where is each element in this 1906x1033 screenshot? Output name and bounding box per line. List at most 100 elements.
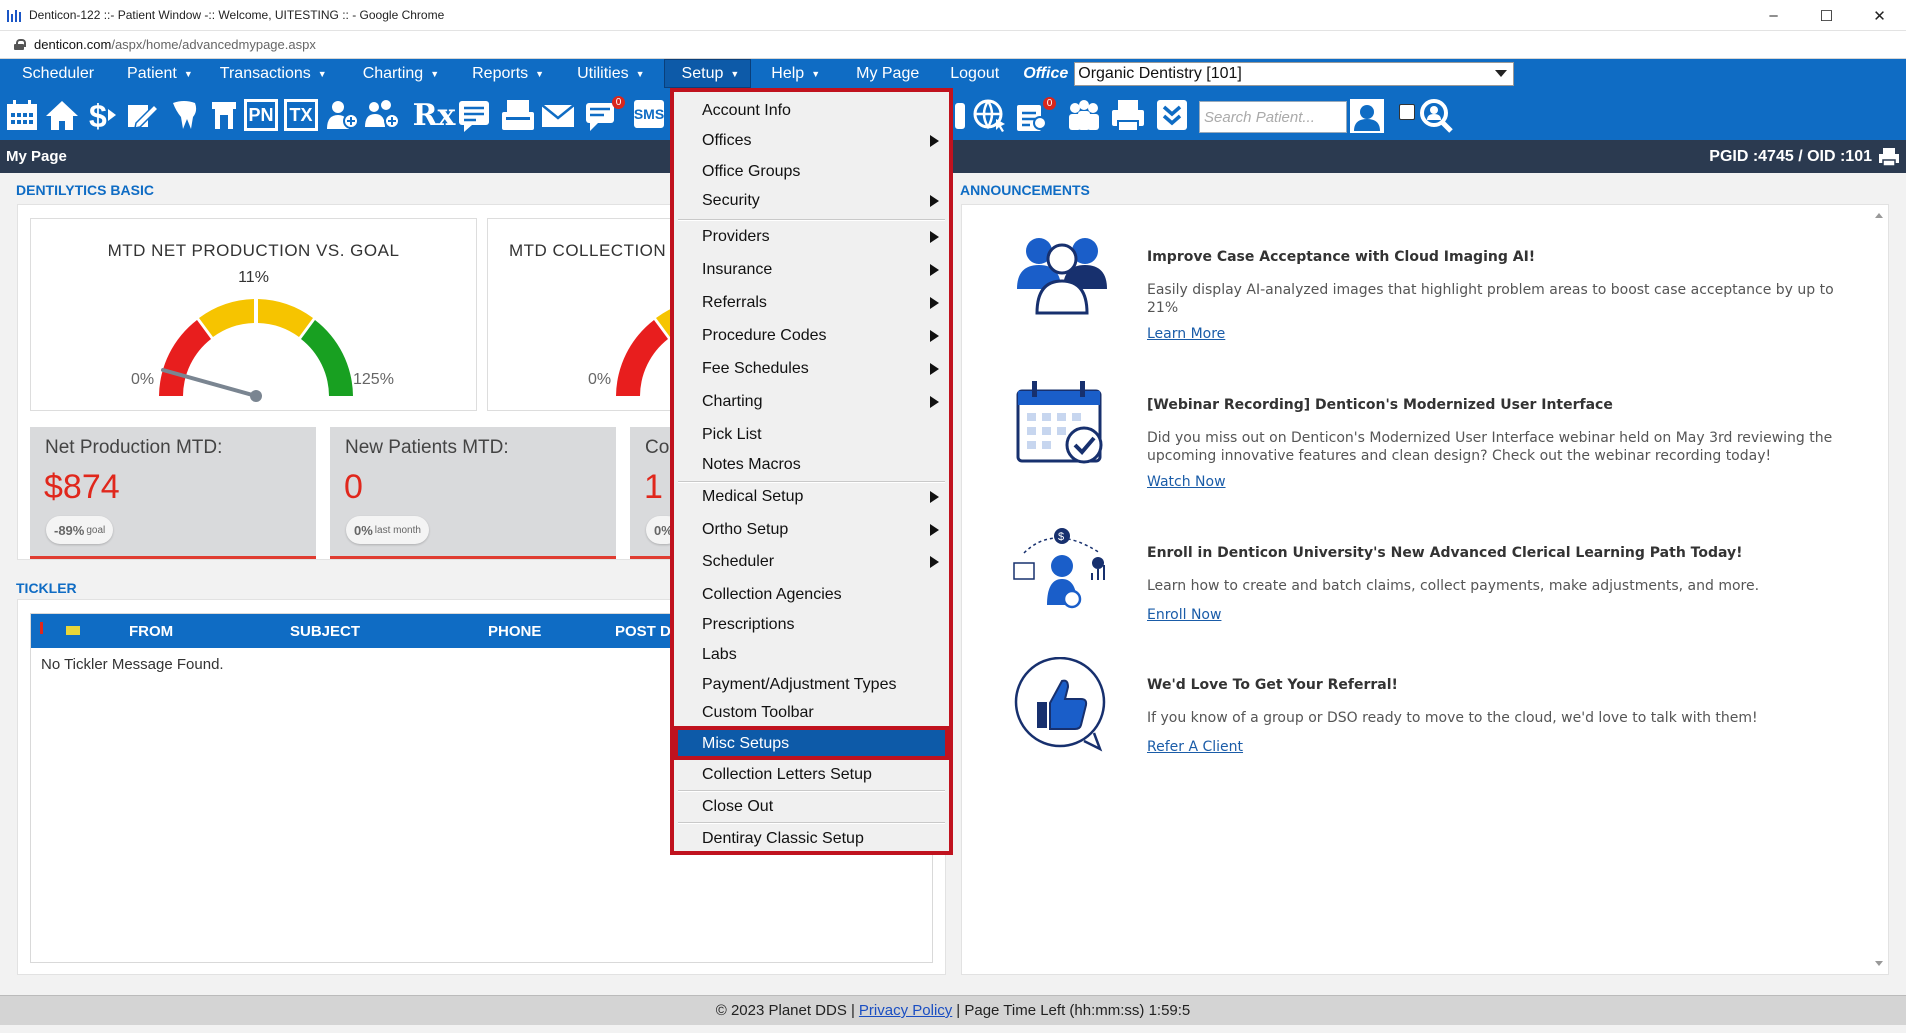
menu-utilities[interactable]: Utilities ▼ xyxy=(555,59,655,88)
scroll-up-icon[interactable] xyxy=(1875,213,1883,218)
setup-ortho-setup[interactable]: Ortho Setup xyxy=(678,515,945,545)
setup-providers[interactable]: Providers xyxy=(678,222,945,252)
setup-office-groups[interactable]: Office Groups xyxy=(678,157,945,187)
setup-security[interactable]: Security xyxy=(678,186,945,216)
menu-charting[interactable]: Charting ▼ xyxy=(338,59,450,88)
setup-offices[interactable]: Offices xyxy=(678,126,945,156)
privacy-policy-link[interactable]: Privacy Policy xyxy=(859,1002,952,1019)
setup-collection-agencies[interactable]: Collection Agencies xyxy=(678,580,945,610)
col-from[interactable]: FROM xyxy=(129,623,173,640)
tooth-chart-icon[interactable] xyxy=(166,97,202,133)
announcements-scrollbar[interactable] xyxy=(1871,205,1888,974)
setup-notes-macros[interactable]: Notes Macros xyxy=(678,450,945,480)
setup-scheduler[interactable]: Scheduler xyxy=(678,547,945,577)
sms-icon[interactable]: SMS xyxy=(634,100,664,128)
print-page-icon[interactable] xyxy=(1878,147,1900,167)
learn-more-link[interactable]: Learn More xyxy=(1147,326,1225,342)
add-family-icon[interactable] xyxy=(364,97,400,133)
menu-reports[interactable]: Reports ▼ xyxy=(450,59,555,88)
setup-prescriptions[interactable]: Prescriptions xyxy=(678,610,945,640)
col-phone[interactable]: PHONE xyxy=(488,623,541,640)
scroll-down-icon[interactable] xyxy=(1875,961,1883,966)
lock-icon xyxy=(14,39,26,50)
setup-labs[interactable]: Labs xyxy=(678,640,945,670)
setup-close-out[interactable]: Close Out xyxy=(678,792,945,822)
stat-label: Net Production MTD: xyxy=(45,437,223,458)
announcements-panel: Improve Case Acceptance with Cloud Imagi… xyxy=(961,204,1889,975)
new-patients-card: New Patients MTD: 0 0% last month xyxy=(330,427,616,559)
refer-client-link[interactable]: Refer A Client xyxy=(1147,739,1243,755)
setup-medical-setup[interactable]: Medical Setup xyxy=(678,482,945,512)
search-patient-input[interactable]: Search Patient... xyxy=(1199,101,1347,133)
calendar-icon[interactable] xyxy=(4,97,40,133)
maximize-button[interactable]: ☐ xyxy=(1800,0,1853,31)
mail-icon[interactable] xyxy=(540,97,576,133)
submenu-arrow-icon xyxy=(930,363,939,375)
setup-dropdown-menu: Account Info Offices Office Groups Secur… xyxy=(670,88,953,855)
announcements-title: ANNOUNCEMENTS xyxy=(960,182,1090,198)
home-icon[interactable] xyxy=(44,97,80,133)
menu-scheduler[interactable]: Scheduler xyxy=(11,59,105,88)
web-icon[interactable] xyxy=(972,97,1008,133)
add-patient-icon[interactable] xyxy=(324,97,360,133)
copyright-text: © 2023 Planet DDS | xyxy=(715,1002,855,1019)
enroll-now-link[interactable]: Enroll Now xyxy=(1147,607,1221,623)
url-text[interactable]: denticon.com/aspx/home/advancedmypage.as… xyxy=(34,37,316,52)
chevron-down-box-icon[interactable] xyxy=(1154,97,1190,133)
pn-icon[interactable]: PN xyxy=(244,99,278,131)
setup-misc-setups[interactable]: Misc Setups xyxy=(674,726,949,760)
setup-fee-schedules[interactable]: Fee Schedules xyxy=(678,354,945,384)
print-icon[interactable] xyxy=(1110,97,1146,133)
edit-icon[interactable] xyxy=(124,97,160,133)
minimize-button[interactable]: – xyxy=(1747,0,1800,31)
setup-dentiray-classic[interactable]: Dentiray Classic Setup xyxy=(678,824,945,854)
announcement-title: Improve Case Acceptance with Cloud Imagi… xyxy=(1147,249,1536,265)
footer: © 2023 Planet DDS | Privacy Policy | Pag… xyxy=(0,995,1906,1025)
announcement-body: Easily display AI-analyzed images that h… xyxy=(1147,282,1834,316)
note-icon[interactable] xyxy=(456,97,492,133)
watch-now-link[interactable]: Watch Now xyxy=(1147,474,1226,490)
setup-custom-toolbar[interactable]: Custom Toolbar xyxy=(678,698,945,728)
col-subject[interactable]: SUBJECT xyxy=(290,623,360,640)
setup-collection-letters[interactable]: Collection Letters Setup xyxy=(678,760,945,790)
calendar-check-icon xyxy=(1016,381,1103,464)
menu-patient[interactable]: Patient ▼ xyxy=(105,59,204,88)
svg-text:$: $ xyxy=(89,98,107,133)
stat-value: $874 xyxy=(44,468,120,506)
setup-pick-list[interactable]: Pick List xyxy=(678,420,945,450)
submenu-arrow-icon xyxy=(930,231,939,243)
rx-icon[interactable]: Rx xyxy=(413,97,456,133)
tx-icon[interactable]: TX xyxy=(284,99,318,131)
menu-setup[interactable]: Setup ▼ xyxy=(663,59,752,88)
stat-value: 1 xyxy=(644,468,663,506)
production-gauge xyxy=(159,299,353,402)
office-select[interactable]: Organic Dentistry [101] xyxy=(1074,61,1515,86)
toolbar-checkbox[interactable] xyxy=(1399,104,1415,120)
col-post-date[interactable]: POST D. xyxy=(615,623,675,640)
browser-title-bar: Denticon-122 ::- Patient Window -:: Welc… xyxy=(0,0,1906,31)
menu-my-page[interactable]: My Page xyxy=(831,59,930,88)
group-icon[interactable] xyxy=(1066,97,1102,133)
page-time-left: | Page Time Left (hh:mm:ss) 1:59:5 xyxy=(956,1002,1191,1019)
address-bar[interactable]: denticon.com/aspx/home/advancedmypage.as… xyxy=(0,31,1906,59)
setup-procedure-codes[interactable]: Procedure Codes xyxy=(678,321,945,351)
setup-insurance[interactable]: Insurance xyxy=(678,255,945,285)
tickler-empty-message: No Tickler Message Found. xyxy=(41,656,224,673)
close-button[interactable]: ✕ xyxy=(1853,0,1906,31)
stat-label: Co xyxy=(645,437,670,458)
menu-transactions[interactable]: Transactions ▼ xyxy=(204,59,338,88)
advanced-search-icon[interactable] xyxy=(1418,97,1454,133)
setup-account-info[interactable]: Account Info xyxy=(678,96,945,126)
tooth-icon[interactable] xyxy=(206,97,242,133)
fax-icon[interactable] xyxy=(500,97,536,133)
menu-logout[interactable]: Logout xyxy=(930,59,1010,88)
patient-search-icon[interactable] xyxy=(1349,98,1385,134)
setup-payment-adjustment-types[interactable]: Payment/Adjustment Types xyxy=(678,670,945,700)
menu-help[interactable]: Help ▼ xyxy=(755,59,831,88)
setup-referrals[interactable]: Referrals xyxy=(678,288,945,318)
caret-down-icon: ▼ xyxy=(535,68,545,79)
dollar-icon[interactable]: $ xyxy=(84,97,120,133)
setup-charting[interactable]: Charting xyxy=(678,387,945,417)
stat-label: New Patients MTD: xyxy=(345,437,509,458)
gauge-title: MTD NET PRODUCTION VS. GOAL xyxy=(107,241,400,260)
